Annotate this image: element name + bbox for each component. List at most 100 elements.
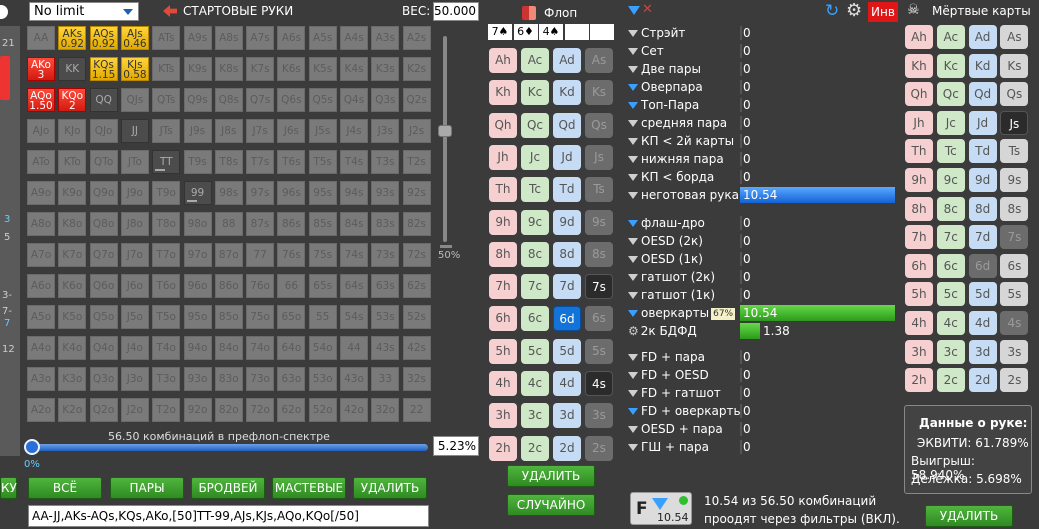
invert-button[interactable]: Инв: [868, 2, 898, 22]
flop-card-8d[interactable]: 8d: [553, 241, 581, 267]
hand-cell-K4s[interactable]: K4s: [340, 57, 368, 81]
hand-cell-Q4o[interactable]: Q4o: [89, 336, 118, 360]
filter-funnel-icon[interactable]: [628, 220, 638, 227]
flop-card-Qc[interactable]: Qc: [521, 112, 549, 138]
hand-cell-K2o[interactable]: K2o: [58, 398, 87, 422]
dead-card-9s[interactable]: 9s: [1000, 168, 1029, 192]
hand-cell-62o[interactable]: 62o: [277, 398, 306, 422]
hand-cell-KQo[interactable]: KQo 2: [58, 88, 87, 112]
hand-cell-J9o[interactable]: J9o: [120, 181, 149, 205]
hand-cell-Q4s[interactable]: Q4s: [340, 88, 368, 112]
hand-cell-J7s[interactable]: J7s: [246, 119, 275, 143]
dead-card-Qd[interactable]: Qd: [968, 82, 997, 107]
hand-cell-Q9s[interactable]: Q9s: [183, 88, 212, 112]
hand-cell-42o[interactable]: 42o: [340, 398, 368, 422]
hand-cell-54o[interactable]: 54o: [308, 336, 337, 360]
hand-cell-Q5s[interactable]: Q5s: [308, 88, 337, 112]
hand-cell-K7o[interactable]: K7o: [58, 243, 87, 267]
hand-cell-73o[interactable]: 73o: [246, 367, 275, 391]
dead-card-Td[interactable]: Td: [968, 139, 997, 164]
hand-cell-J3s[interactable]: J3s: [371, 119, 400, 143]
dead-card-Ks[interactable]: Ks: [1000, 53, 1029, 78]
dead-card-8h[interactable]: 8h: [905, 196, 933, 221]
flop-card-4s[interactable]: 4s: [585, 371, 613, 396]
dead-card-2h[interactable]: 2h: [905, 368, 933, 393]
hand-cell-J5s[interactable]: J5s: [308, 119, 337, 143]
dead-card-Jh[interactable]: Jh: [905, 110, 933, 135]
dead-card-Jd[interactable]: Jd: [968, 110, 997, 135]
dead-card-6c[interactable]: 6c: [936, 253, 965, 278]
flop-card-3h[interactable]: 3h: [489, 403, 517, 429]
dead-card-2d[interactable]: 2d: [968, 368, 997, 393]
hand-cell-J4o[interactable]: J4o: [120, 336, 149, 360]
hand-cell-92s[interactable]: 92s: [402, 181, 431, 205]
hand-cell-J8s[interactable]: J8s: [214, 119, 243, 143]
hand-cell-JJ[interactable]: JJ: [120, 119, 149, 143]
hand-cell-QQ[interactable]: QQ: [89, 88, 118, 112]
hand-cell-93s[interactable]: 93s: [371, 181, 400, 205]
flop-card-2c[interactable]: 2c: [521, 435, 549, 461]
hand-cell-T7o[interactable]: T7o: [152, 243, 181, 267]
dead-card-Ts[interactable]: Ts: [1000, 139, 1029, 164]
hand-cell-72s[interactable]: 72s: [402, 243, 431, 267]
hand-cell-K4o[interactable]: K4o: [58, 336, 87, 360]
flop-slot-5[interactable]: [590, 24, 614, 40]
hand-cell-88[interactable]: 88: [214, 212, 243, 236]
flop-card-6c[interactable]: 6c: [521, 306, 549, 332]
dead-card-Kd[interactable]: Kd: [968, 53, 997, 78]
flop-card-As[interactable]: As: [585, 48, 613, 73]
top-left-circle[interactable]: [0, 5, 8, 19]
filter-row[interactable]: FD + гатшот: [628, 384, 721, 402]
hand-cell-JTs[interactable]: JTs: [152, 119, 181, 143]
hand-cell-82s[interactable]: 82s: [402, 212, 431, 236]
hand-cell-QJs[interactable]: QJs: [120, 88, 149, 112]
hand-cell-A2s[interactable]: A2s: [402, 26, 431, 50]
flop-card-Ts[interactable]: Ts: [585, 177, 613, 203]
range-slider-thumb[interactable]: [24, 439, 40, 455]
hand-cell-K6o[interactable]: K6o: [58, 274, 87, 298]
flop-card-Ad[interactable]: Ad: [553, 48, 581, 73]
hand-cell-A4s[interactable]: A4s: [340, 26, 368, 50]
hand-cell-Q6s[interactable]: Q6s: [277, 88, 306, 112]
hand-cell-Q5o[interactable]: Q5o: [89, 305, 118, 329]
hand-cell-T4s[interactable]: T4s: [340, 150, 368, 174]
hand-cell-QJo[interactable]: QJo: [89, 119, 118, 143]
flop-card-9h[interactable]: 9h: [489, 209, 517, 235]
filter-row[interactable]: Стрэйт: [628, 24, 685, 42]
hand-cell-A9s[interactable]: A9s: [183, 26, 212, 50]
dead-card-Jc[interactable]: Jc: [936, 110, 965, 135]
dead-card-4d[interactable]: 4d: [968, 311, 997, 335]
hand-cell-T3o[interactable]: T3o: [152, 367, 181, 391]
flop-card-3d[interactable]: 3d: [553, 403, 581, 429]
hand-cell-J5o[interactable]: J5o: [120, 305, 149, 329]
hand-cell-T6s[interactable]: T6s: [277, 150, 306, 174]
flop-card-7c[interactable]: 7c: [521, 274, 549, 300]
left-edge-button[interactable]: КУ: [0, 477, 17, 499]
hand-cell-QTs[interactable]: QTs: [152, 88, 181, 112]
flop-card-Jc[interactable]: Jc: [521, 144, 549, 170]
hand-cell-62s[interactable]: 62s: [402, 274, 431, 298]
flop-card-5h[interactable]: 5h: [489, 338, 517, 364]
left-edge-red-button[interactable]: [0, 56, 10, 100]
filter-funnel-icon[interactable]: [628, 30, 638, 37]
filter-row[interactable]: оверкарты 67%: [628, 304, 736, 322]
hand-cell-A4o[interactable]: A4o: [27, 336, 55, 360]
hand-cell-82o[interactable]: 82o: [214, 398, 243, 422]
flop-card-Ah[interactable]: Ah: [489, 48, 517, 73]
hand-cell-22[interactable]: 22: [402, 398, 431, 422]
flop-card-3c[interactable]: 3c: [521, 403, 549, 429]
hand-cell-Q7o[interactable]: Q7o: [89, 243, 118, 267]
flop-card-7s[interactable]: 7s: [585, 274, 613, 300]
dead-card-3c[interactable]: 3c: [936, 339, 965, 364]
filter-row[interactable]: OESD + пара: [628, 420, 723, 438]
dead-card-8d[interactable]: 8d: [968, 196, 997, 221]
refresh-icon[interactable]: ↻: [825, 1, 839, 21]
filter-row[interactable]: ⚙ 2к БДФД: [628, 322, 697, 340]
hand-cell-53o[interactable]: 53o: [308, 367, 337, 391]
hand-cell-65s[interactable]: 65s: [308, 274, 337, 298]
hand-cell-K6s[interactable]: K6s: [277, 57, 306, 81]
filter-funnel-icon[interactable]: [628, 238, 638, 245]
hand-cell-52o[interactable]: 52o: [308, 398, 337, 422]
hand-cell-ATo[interactable]: ATo: [27, 150, 55, 174]
filter-funnel-icon[interactable]: [628, 138, 638, 145]
